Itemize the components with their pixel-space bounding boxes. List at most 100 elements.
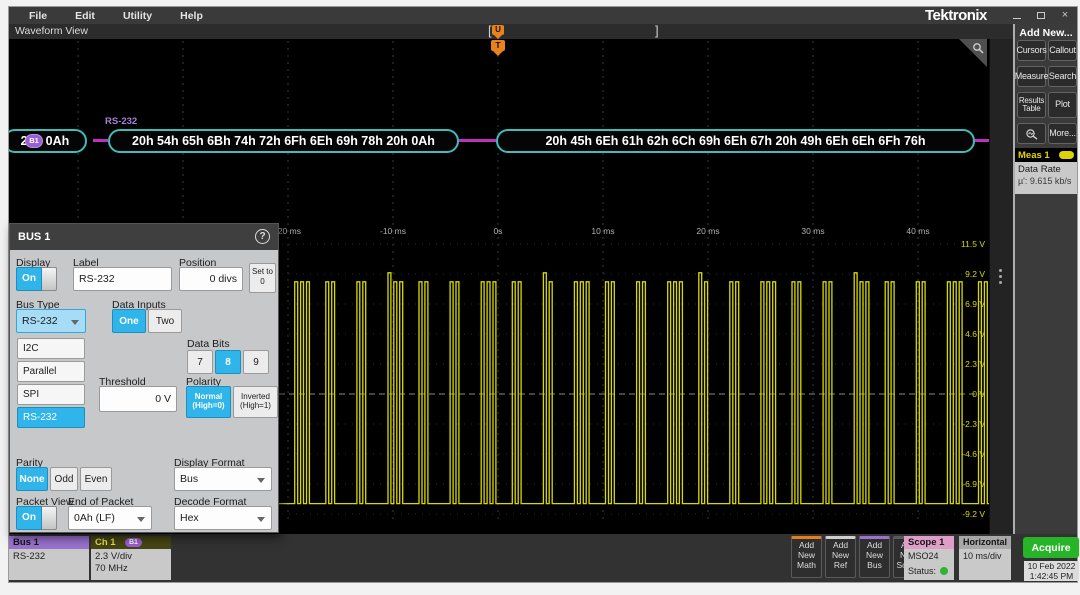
zoom-position-marker[interactable]: U — [492, 25, 504, 39]
bus-packet: 20h 54h 65h 6Bh 74h 72h 6Fh 6Eh 69h 78h … — [108, 129, 459, 153]
parity-option-even[interactable]: Even — [80, 467, 112, 491]
bus-waveform-label: RS-232 — [105, 116, 137, 127]
screen: FileEditUtilityHelp Tektronix × Waveform… — [0, 0, 1080, 595]
scrollbar-handle-icon[interactable] — [999, 269, 1002, 287]
add-new-cursors[interactable]: Cursors — [1017, 40, 1046, 61]
threshold-input[interactable]: 0 V — [99, 386, 177, 412]
meas-badge-name: Meas 1 — [1018, 150, 1050, 161]
add-new-measure[interactable]: Measure — [1017, 66, 1046, 87]
bus-type-value: RS-232 — [22, 315, 58, 327]
bus1-badge[interactable]: Bus 1 RS-232 — [9, 536, 89, 580]
scope1-panel[interactable]: Scope 1 MSO24 Status: — [904, 536, 954, 580]
add-new-search[interactable]: Search — [1048, 66, 1077, 87]
add-new-math[interactable]: Add New Math — [791, 536, 822, 578]
add-new-bus[interactable]: Add New Bus — [859, 536, 890, 578]
add-new-results-table[interactable]: Results Table — [1017, 92, 1046, 118]
ch1-bandwidth: 70 MHz — [95, 563, 167, 575]
meas-value: µ': 9.615 kb/s — [1018, 176, 1074, 186]
bus-type-option-parallel[interactable]: Parallel — [17, 361, 85, 382]
packet-link-line — [975, 139, 989, 142]
datetime-display: 10 Feb 2022 1:42:45 PM — [1024, 561, 1079, 581]
packet-link-line — [459, 139, 496, 142]
packet-view-toggle[interactable]: On — [16, 506, 57, 530]
y-axis-tick-label: 6.9 V — [965, 299, 985, 309]
minimize-icon[interactable] — [1011, 9, 1023, 21]
add-new-plot[interactable]: Plot — [1048, 92, 1077, 118]
meas-badge-pill — [1059, 151, 1074, 159]
y-axis-tick-label: 9.2 V — [965, 269, 985, 279]
bus-type-option-i2c[interactable]: I2C — [17, 338, 85, 359]
datainputs-option-one[interactable]: One — [112, 309, 146, 333]
bus-type-dropdown[interactable]: RS-232 — [16, 309, 86, 333]
databits-option-7[interactable]: 7 — [187, 350, 213, 374]
meas-type: Data Rate — [1018, 164, 1074, 175]
y-axis-tick-label: 11.5 V — [961, 239, 985, 249]
display-toggle[interactable]: On — [16, 267, 57, 291]
packet-link-line — [93, 139, 108, 142]
parity-option-odd[interactable]: Odd — [50, 467, 78, 491]
parity-option-none[interactable]: None — [16, 467, 48, 491]
dialog-title-bar[interactable]: BUS 1 ? — [10, 224, 278, 250]
datainputs-option-two[interactable]: Two — [148, 309, 182, 333]
bus1-dialog: BUS 1 ? Display On Label RS-232 Position… — [9, 223, 279, 533]
end-of-packet-dropdown[interactable]: 0Ah (LF) — [68, 506, 152, 530]
packet-view-toggle-state: On — [16, 506, 42, 530]
time-text: 1:42:45 PM — [1024, 572, 1079, 582]
menu-utility[interactable]: Utility — [123, 10, 152, 22]
horizontal-panel[interactable]: Horizontal 10 ms/div — [959, 536, 1011, 580]
vertical-scrollbar[interactable] — [989, 39, 1013, 534]
ch1-badge[interactable]: Ch 1 B1 2.3 V/div 70 MHz — [91, 536, 171, 580]
toggle-knob[interactable] — [42, 267, 57, 291]
scope1-status-label: Status: — [908, 566, 936, 576]
bus-packet: 20h 0Ah — [9, 129, 87, 153]
decode-format-value: Hex — [180, 512, 199, 524]
close-icon[interactable]: × — [1059, 9, 1071, 21]
horizontal-scale: 10 ms/div — [963, 551, 1007, 563]
menu-help[interactable]: Help — [180, 10, 203, 22]
menu-edit[interactable]: Edit — [75, 10, 95, 22]
bus-type-option-spi[interactable]: SPI — [17, 384, 85, 405]
add-new-more[interactable]: More... — [1048, 123, 1077, 144]
x-axis-tick-label: 30 ms — [801, 226, 824, 236]
acquire-button[interactable]: Acquire — [1023, 537, 1079, 558]
meas-result: Data Rate µ': 9.615 kb/s — [1015, 162, 1077, 194]
add-new-title: Add New... — [1015, 27, 1077, 39]
view-tab-bar: Waveform View [ ] U — [9, 24, 1013, 39]
bus-type-option-rs-232[interactable]: RS-232 — [17, 407, 85, 428]
bus-tag-pill: B1 — [125, 538, 142, 547]
tab-waveform-view[interactable]: Waveform View — [15, 25, 88, 37]
add-new-ref[interactable]: Add New Ref — [825, 536, 856, 578]
decode-format-dropdown[interactable]: Hex — [174, 506, 272, 530]
right-sidebar: Add New... CursorsCalloutMeasureSearchRe… — [1013, 24, 1077, 534]
bus-source-badge[interactable]: B1 — [25, 134, 43, 148]
meas-badge[interactable]: Meas 1 — [1015, 148, 1077, 162]
bus1-badge-type: RS-232 — [13, 551, 85, 563]
zoom-overview-right-bracket[interactable]: ] — [655, 23, 659, 38]
restore-icon[interactable] — [1035, 9, 1047, 21]
menu-bar: FileEditUtilityHelp Tektronix × — [9, 7, 1077, 24]
data-bits-label: Data Bits — [187, 338, 230, 350]
polarity-option-normal-high=0[interactable]: Normal (High=0) — [186, 386, 231, 418]
scope1-model: MSO24 — [908, 551, 950, 563]
x-axis-tick-label: -10 ms — [380, 226, 406, 236]
add-new-callout[interactable]: Callout — [1048, 40, 1077, 61]
waveform-zoom-button[interactable] — [1017, 123, 1046, 144]
status-green-dot — [940, 567, 948, 575]
display-format-dropdown[interactable]: Bus — [174, 467, 272, 491]
y-axis-tick-label: 2.3 V — [965, 359, 985, 369]
help-icon[interactable]: ? — [255, 229, 270, 244]
end-of-packet-value: 0Ah (LF) — [74, 512, 115, 524]
databits-option-9[interactable]: 9 — [243, 350, 269, 374]
window-controls: × — [1011, 9, 1071, 21]
polarity-option-inverted-high=1[interactable]: Inverted (High=1) — [233, 386, 278, 418]
bottom-bar: Bus 1 RS-232 Ch 1 B1 2.3 V/div 70 MHz Ad… — [9, 534, 1077, 582]
position-input[interactable]: 0 divs — [179, 267, 243, 291]
set-to-zero-button[interactable]: Set to 0 — [249, 263, 276, 293]
trigger-marker-label: T — [491, 40, 505, 51]
menu-file[interactable]: File — [29, 10, 47, 22]
databits-option-8[interactable]: 8 — [215, 350, 241, 374]
trigger-position-marker[interactable]: T — [491, 40, 505, 57]
toggle-knob[interactable] — [42, 506, 57, 530]
y-axis-tick-label: 4.6 V — [965, 329, 985, 339]
label-input[interactable]: RS-232 — [73, 267, 172, 291]
